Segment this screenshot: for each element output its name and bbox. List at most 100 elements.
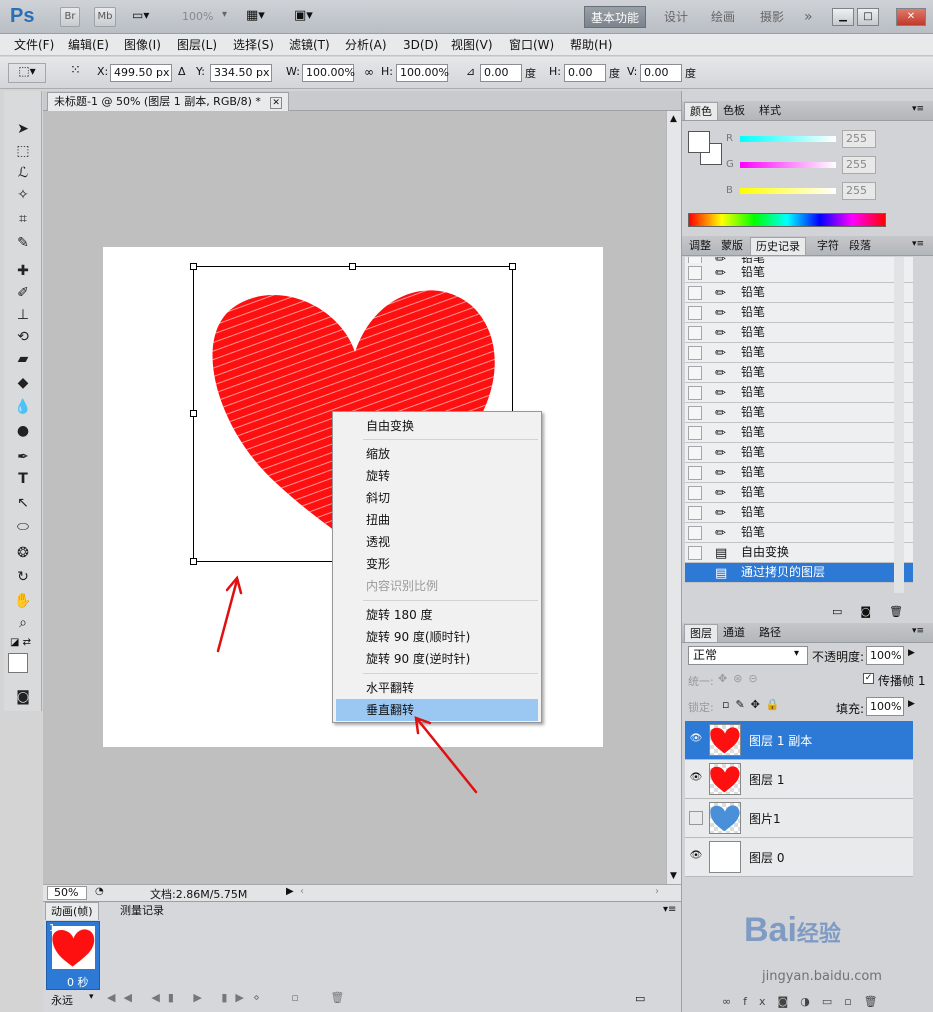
history-item[interactable]: ✏ 铅笔	[685, 463, 913, 483]
history-item[interactable]: ✏ 铅笔	[685, 443, 913, 463]
history-scrollbar[interactable]	[894, 257, 904, 593]
menu-view[interactable]: 视图(V)	[445, 34, 499, 56]
3d-orbit-tool-icon[interactable]: ↻	[12, 567, 34, 587]
foreground-color-swatch[interactable]	[8, 653, 28, 673]
quick-select-tool-icon[interactable]: ✧	[12, 185, 34, 205]
screen-mode-icon[interactable]: ▣▾	[294, 8, 313, 23]
marquee-tool-icon[interactable]: ⬚	[12, 141, 34, 161]
history-buttons[interactable]: ▭◙🗑	[832, 605, 921, 618]
menu-layer[interactable]: 图层(L)	[171, 34, 223, 56]
menu-help[interactable]: 帮助(H)	[564, 34, 618, 56]
visibility-eye-icon[interactable]: 👁	[689, 772, 703, 786]
tab-layers[interactable]: 图层	[684, 624, 718, 642]
tool-preset-icon[interactable]: ⬚▾	[8, 63, 46, 83]
blend-mode-dropdown-icon[interactable]: ▾	[794, 648, 799, 659]
menu-select[interactable]: 选择(S)	[227, 34, 280, 56]
layer-row-selected[interactable]: 👁 图层 1 副本	[685, 721, 913, 760]
workspace-essentials[interactable]: 基本功能	[584, 6, 647, 28]
red-slider[interactable]	[740, 136, 836, 142]
reference-point-icon[interactable]: ⁙	[70, 63, 92, 83]
red-value-input[interactable]: 255	[842, 130, 876, 148]
menu-image[interactable]: 图像(I)	[118, 34, 167, 56]
fill-input[interactable]: 100%	[866, 697, 904, 716]
zoom-field[interactable]: 50%	[47, 886, 87, 900]
angle-input[interactable]: 0.00	[480, 64, 522, 82]
frame-delay[interactable]: 0 秒	[67, 974, 89, 990]
blue-slider[interactable]	[740, 188, 836, 194]
transform-handle-bl[interactable]	[190, 558, 197, 565]
propagate-frame-checkbox[interactable]: ✓	[863, 673, 874, 684]
menu-edit[interactable]: 编辑(E)	[62, 34, 115, 56]
bridge-button[interactable]: Br	[60, 7, 80, 27]
history-brush-tool-icon[interactable]: ⟲	[12, 327, 34, 347]
ctx-rotate-90-cw[interactable]: 旋转 90 度(顺时针)	[336, 626, 538, 648]
layer-name[interactable]: 图层 0	[749, 849, 784, 866]
tab-measurement-log[interactable]: 测量记录	[115, 902, 169, 920]
quick-mask-icon[interactable]: ◙	[12, 687, 34, 707]
layer-name[interactable]: 图片1	[749, 810, 781, 827]
menu-window[interactable]: 窗口(W)	[503, 34, 560, 56]
swap-colors-icon[interactable]: ◪ ⇄	[10, 637, 34, 651]
history-item[interactable]: ✏ 铅笔	[685, 403, 913, 423]
blue-value-input[interactable]: 255	[842, 182, 876, 200]
tab-history[interactable]: 历史记录	[750, 237, 806, 255]
opacity-slider-icon[interactable]: ▶	[908, 648, 915, 658]
history-item[interactable]: ✏ 铅笔	[685, 283, 913, 303]
minimize-button[interactable]: ▁	[832, 8, 854, 26]
panel-menu-icon[interactable]: ▾≡	[663, 904, 676, 915]
layer-row[interactable]: 👁 图层 1	[685, 760, 913, 799]
maximize-button[interactable]: □	[857, 8, 879, 26]
paint-bucket-tool-icon[interactable]: ◆	[12, 373, 34, 393]
menu-analysis[interactable]: 分析(A)	[339, 34, 393, 56]
x-position-input[interactable]: 499.50 px	[110, 64, 172, 82]
more-workspaces-icon[interactable]: »	[798, 6, 819, 28]
history-item[interactable]: ✏ 铅笔	[685, 503, 913, 523]
history-item[interactable]: ✏ 铅笔	[685, 343, 913, 363]
status-options-icon[interactable]: ◔	[95, 886, 104, 897]
ctx-warp[interactable]: 变形	[336, 553, 538, 575]
menu-file[interactable]: 文件(F)	[8, 34, 60, 56]
workspace-design[interactable]: 设计	[658, 6, 694, 28]
blend-mode-select[interactable]: 正常	[688, 646, 808, 665]
pen-tool-icon[interactable]: ✒	[12, 447, 34, 467]
history-item[interactable]: ✏ 铅笔	[685, 263, 913, 283]
layer-name[interactable]: 图层 1	[749, 771, 784, 788]
menu-3d[interactable]: 3D(D)	[397, 34, 444, 56]
ellipse-tool-icon[interactable]: ⬭	[12, 517, 34, 537]
healing-brush-tool-icon[interactable]: ✚	[12, 261, 34, 281]
visibility-eye-hidden-icon[interactable]	[689, 811, 703, 825]
ctx-rotate-180[interactable]: 旋转 180 度	[336, 604, 538, 626]
layer-row[interactable]: 图片1	[685, 799, 913, 838]
y-position-input[interactable]: 334.50 px	[210, 64, 272, 82]
width-input[interactable]: 100.00%	[302, 64, 355, 82]
fill-slider-icon[interactable]: ▶	[908, 699, 915, 709]
tab-styles[interactable]: 样式	[754, 102, 786, 120]
zoom-tool-icon[interactable]: ⌕	[12, 613, 34, 633]
history-item[interactable]: ✏ 铅笔	[685, 303, 913, 323]
ctx-flip-vertical[interactable]: 垂直翻转	[336, 699, 538, 721]
h-skew-input[interactable]: 0.00	[564, 64, 606, 82]
tab-masks[interactable]: 蒙版	[716, 237, 748, 255]
ctx-distort[interactable]: 扭曲	[336, 509, 538, 531]
blur-tool-icon[interactable]: 💧	[12, 397, 34, 417]
transform-handle-tc[interactable]	[349, 263, 356, 270]
close-window-button[interactable]: ✕	[896, 8, 926, 26]
tab-animation-frames[interactable]: 动画(帧)	[45, 902, 99, 920]
document-tab[interactable]: 未标题-1 @ 50% (图层 1 副本, RGB/8) * ✕	[47, 92, 289, 111]
hand-tool-icon[interactable]: ✋	[12, 591, 34, 611]
link-icon[interactable]: ∞	[364, 65, 374, 79]
transform-handle-tr[interactable]	[509, 263, 516, 270]
tab-channels[interactable]: 通道	[718, 624, 750, 642]
animation-frame-1[interactable]: 1 0 秒	[46, 921, 100, 990]
workspace-photography[interactable]: 摄影	[754, 6, 790, 28]
ctx-skew[interactable]: 斜切	[336, 487, 538, 509]
history-item[interactable]: ✏ 铅笔	[685, 323, 913, 343]
move-tool-icon[interactable]: ➤	[12, 119, 34, 139]
tab-paragraph[interactable]: 段落	[844, 237, 876, 255]
panel-menu-icon[interactable]: ▾≡	[912, 239, 924, 249]
foreground-color-box[interactable]	[688, 131, 710, 153]
zoom-level[interactable]: 100%	[182, 10, 213, 23]
lock-buttons[interactable]: ▫✎✥🔒	[722, 698, 786, 711]
loop-options[interactable]: 永远	[51, 992, 73, 1008]
lasso-tool-icon[interactable]: ℒ	[12, 163, 34, 183]
